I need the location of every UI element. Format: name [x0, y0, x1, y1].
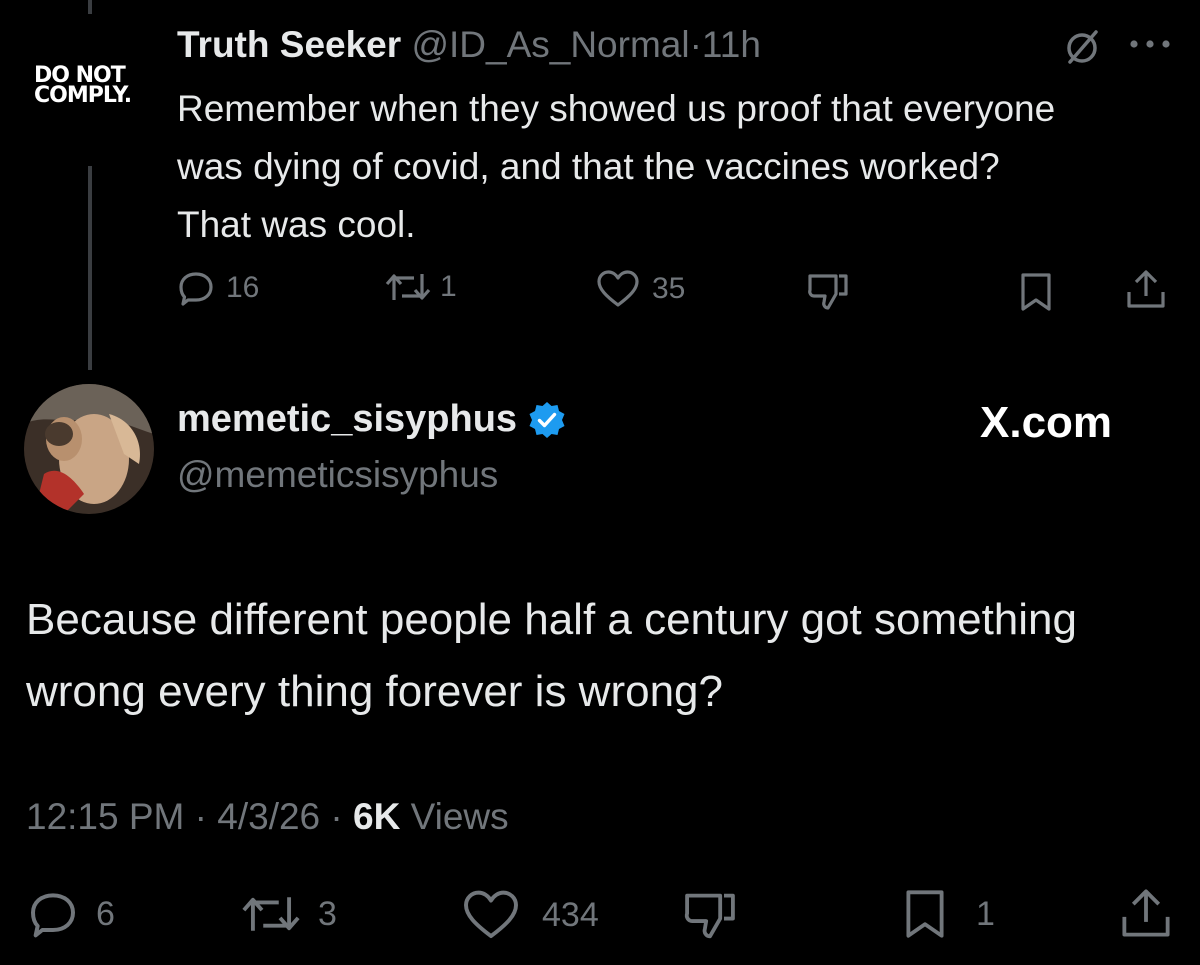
tweet-header: Truth Seeker @ID_As_Normal·11h [177, 24, 761, 66]
views-label[interactable]: Views [411, 796, 509, 837]
tweet-text: Because different people half a century … [26, 595, 1077, 716]
bookmark-icon [906, 890, 944, 938]
repost-button[interactable]: 1 [384, 270, 457, 304]
handle[interactable]: @memeticsisyphus [177, 454, 498, 496]
reply-icon [179, 272, 213, 306]
reply-icon [31, 893, 75, 938]
repost-icon [242, 897, 300, 931]
display-name[interactable]: memetic_sisyphus [177, 398, 517, 441]
avatar-do-not-comply[interactable]: DO NOT COMPLY. [34, 65, 146, 107]
avatar[interactable] [24, 384, 154, 514]
like-button[interactable]: 434 [462, 890, 599, 940]
reply-count: 6 [96, 894, 115, 933]
views-count: 6K [353, 796, 401, 837]
separator: · [689, 24, 702, 65]
bookmark-count: 1 [976, 894, 995, 933]
reply-button[interactable]: 16 [178, 270, 259, 306]
repost-count: 1 [440, 270, 457, 303]
timestamp[interactable]: 12:15 PM [26, 796, 184, 837]
timestamp[interactable]: 11h [702, 24, 761, 65]
thread-line-top [88, 0, 92, 14]
handle[interactable]: @ID_As_Normal [411, 24, 689, 65]
thread-line [88, 166, 92, 370]
heart-icon [597, 270, 639, 307]
author-name[interactable]: memetic_sisyphus [177, 398, 567, 441]
reply-button[interactable]: 6 [28, 890, 115, 938]
bookmark-icon[interactable] [1018, 272, 1054, 312]
dislike-icon[interactable] [806, 272, 850, 312]
share-icon[interactable] [1124, 268, 1168, 310]
display-name[interactable]: Truth Seeker [177, 24, 401, 65]
like-count: 35 [652, 272, 686, 305]
grok-icon[interactable] [1062, 28, 1102, 68]
like-count: 434 [542, 895, 599, 934]
repost-icon [385, 274, 431, 300]
share-icon[interactable] [1118, 886, 1174, 940]
dislike-icon[interactable] [682, 890, 738, 942]
tweet-text: Remember when they showed us proof that … [177, 88, 1056, 245]
bookmark-button[interactable]: 1 [902, 888, 995, 940]
heart-icon [464, 890, 518, 939]
avatar-painting [24, 384, 154, 514]
date[interactable]: 4/3/26 [217, 796, 320, 837]
tweet-metadata: 12:15 PM · 4/3/26 · 6K Views [26, 796, 509, 837]
repost-count: 3 [318, 894, 337, 933]
x-com-watermark: X.com [980, 398, 1113, 447]
more-icon[interactable] [1128, 34, 1172, 54]
verified-badge-icon[interactable] [527, 400, 567, 440]
like-button[interactable]: 35 [596, 270, 685, 308]
repost-button[interactable]: 3 [240, 892, 337, 936]
reply-count: 16 [226, 271, 260, 304]
